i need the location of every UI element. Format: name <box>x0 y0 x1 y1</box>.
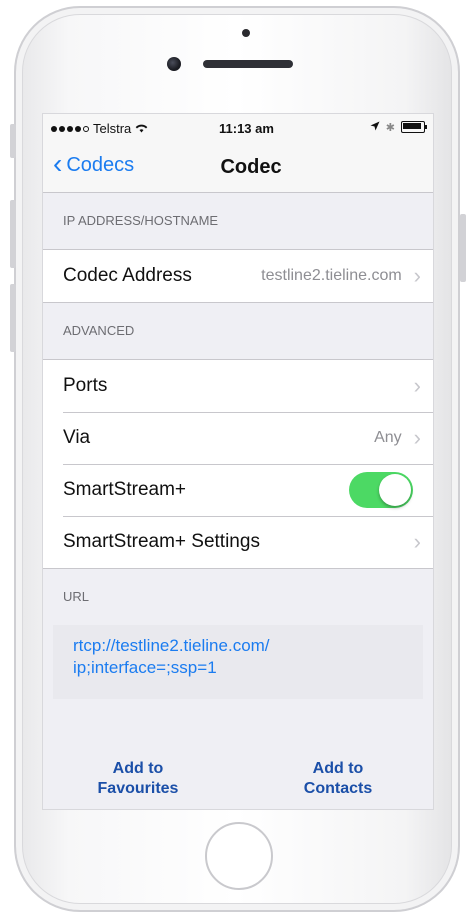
status-bar: Telstra 11:13 am ✱ <box>43 114 433 142</box>
via-value: Any <box>374 429 402 446</box>
carrier-name: Telstra <box>93 121 132 136</box>
screen: Telstra 11:13 am ✱ ‹ Codecs Codec IP ADD… <box>42 113 434 810</box>
chevron-right-icon: › <box>413 529 421 554</box>
front-camera <box>167 57 181 71</box>
battery-icon <box>401 121 427 133</box>
chevron-right-icon: › <box>413 425 421 450</box>
ip-group: Codec Address testline2.tieline.com › <box>43 249 433 303</box>
page-title: Codec <box>220 156 282 178</box>
section-header-ip: IP ADDRESS/HOSTNAME <box>63 213 219 228</box>
section-header-url: URL <box>63 589 90 604</box>
codec-address-label: Codec Address <box>63 265 192 286</box>
volume-down-button <box>10 284 16 352</box>
ports-label: Ports <box>63 375 108 396</box>
codec-address-value: testline2.tieline.com <box>261 267 402 284</box>
add-to-favourites-line1: Add to <box>112 760 164 777</box>
url-line-2: ip;interface=;ssp=1 <box>73 658 217 677</box>
action-bar: Add to Favourites Add to Contacts <box>43 753 433 805</box>
via-label: Via <box>63 427 91 448</box>
home-button[interactable] <box>205 822 273 890</box>
chevron-right-icon: › <box>413 373 421 398</box>
status-time: 11:13 am <box>219 121 274 136</box>
signal-strength-icon <box>51 125 89 132</box>
earpiece-speaker <box>203 60 293 68</box>
volume-up-button <box>10 200 16 268</box>
smartstream-label: SmartStream+ <box>63 479 187 500</box>
smartstream-toggle[interactable] <box>349 472 413 508</box>
via-row[interactable]: Via Any › <box>43 412 433 464</box>
navigation-bar: ‹ Codecs Codec <box>43 142 433 193</box>
status-right: ✱ <box>370 120 427 134</box>
smartstream-row: SmartStream+ <box>43 464 433 516</box>
ports-row[interactable]: Ports › <box>43 360 433 412</box>
smartstream-settings-label: SmartStream+ Settings <box>63 531 260 552</box>
add-to-favourites-button[interactable]: Add to Favourites <box>43 753 233 805</box>
location-arrow-icon <box>370 120 380 134</box>
url-box[interactable]: rtcp://testline2.tieline.com/ ip;interfa… <box>53 625 423 699</box>
section-header-advanced: ADVANCED <box>63 323 135 338</box>
codec-address-row[interactable]: Codec Address testline2.tieline.com › <box>43 250 433 302</box>
add-to-contacts-button[interactable]: Add to Contacts <box>243 753 433 805</box>
add-to-favourites-line2: Favourites <box>97 780 179 797</box>
add-to-contacts-line2: Contacts <box>303 780 373 797</box>
chevron-right-icon: › <box>413 263 421 288</box>
power-button <box>460 214 466 282</box>
advanced-group: Ports › Via Any › SmartStream+ SmartStre… <box>43 359 433 569</box>
url-line-1: rtcp://testline2.tieline.com/ <box>73 636 270 655</box>
add-to-contacts-line1: Add to <box>312 760 364 777</box>
mute-switch <box>10 124 16 158</box>
smartstream-settings-row[interactable]: SmartStream+ Settings › <box>43 516 433 568</box>
proximity-sensor <box>242 29 250 37</box>
carrier-info: Telstra <box>51 121 148 136</box>
toggle-knob <box>379 474 411 506</box>
wifi-icon <box>135 122 148 136</box>
bluetooth-icon: ✱ <box>385 121 395 134</box>
